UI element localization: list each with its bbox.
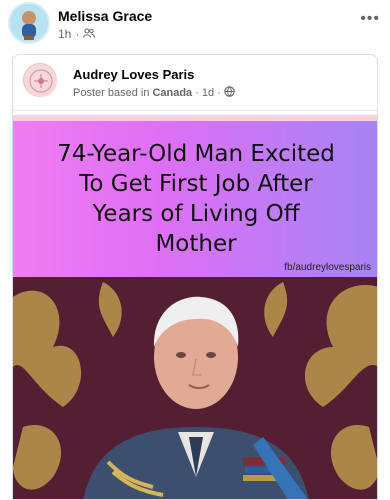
post-meta: 1h · [58,27,96,41]
headline-line: Mother [155,231,237,257]
author-name[interactable]: Melissa Grace [58,8,152,24]
post-time[interactable]: 1h [58,27,71,41]
more-options-icon[interactable]: ••• [360,10,380,28]
shared-post-header: Audrey Loves Paris Poster based in Canad… [13,55,377,111]
location-label[interactable]: Canada [152,87,192,99]
page-avatar[interactable] [23,63,57,97]
shared-post-meta: Poster based in Canada · 1d · [73,86,235,100]
headline-line: To Get First Job After [79,171,313,197]
image-credit: fb/audreylovesparis [284,262,371,273]
post-header: Melissa Grace 1h · ••• [0,0,390,48]
friends-icon [83,27,96,41]
page-name[interactable]: Audrey Loves Paris [73,67,194,82]
headline-line: 74-Year-Old Man Excited [57,141,335,167]
headline-banner: 74-Year-Old Man Excited To Get First Job… [13,121,377,277]
globe-icon [224,86,235,100]
shared-post-card[interactable]: Audrey Loves Paris Poster based in Canad… [12,54,378,500]
shared-post-time[interactable]: 1d [202,87,214,99]
post-image[interactable]: 74-Year-Old Man Excited To Get First Job… [13,115,377,499]
portrait-photo [13,277,377,499]
author-avatar[interactable] [8,2,50,44]
headline-line: Years of Living Off [92,201,300,227]
headline-text: 74-Year-Old Man Excited To Get First Job… [31,139,361,259]
